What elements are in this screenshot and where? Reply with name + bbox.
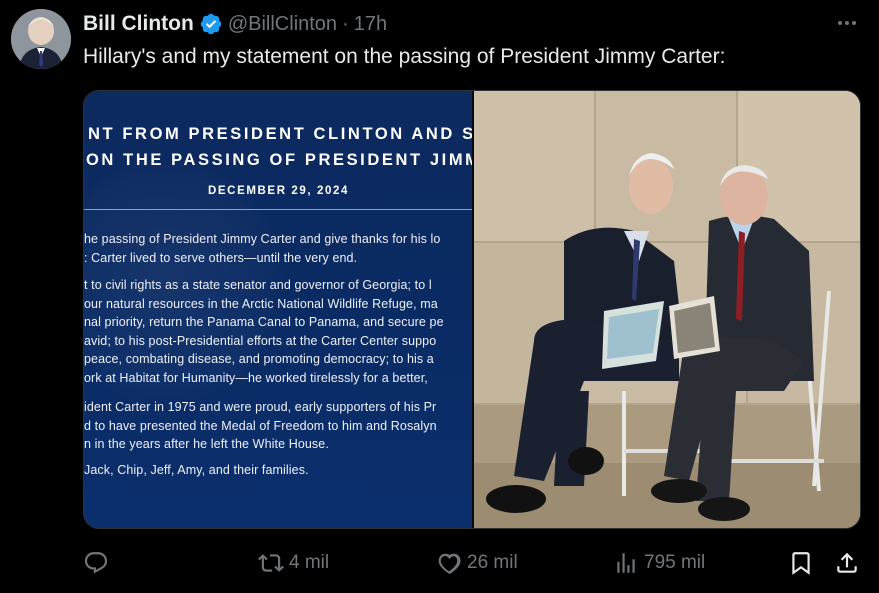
post-timestamp[interactable]: 17h xyxy=(354,13,387,36)
statement-line: avid; to his post-Presidential efforts a… xyxy=(84,333,437,348)
statement-line: peace, combating disease, and promoting … xyxy=(84,352,434,367)
separator-dot: · xyxy=(342,12,349,35)
repost-icon xyxy=(258,550,284,576)
statement-paragraph-1: he passing of President Jimmy Carter and… xyxy=(84,230,472,267)
statement-date: DECEMBER 29, 2024 xyxy=(208,185,349,197)
more-dots-icon[interactable] xyxy=(834,10,860,36)
repost-count: 4 mil xyxy=(289,552,330,573)
photo-image[interactable] xyxy=(472,91,860,528)
bookmark-icon xyxy=(788,550,814,576)
views-icon xyxy=(613,550,639,576)
statement-title-line1: NT FROM PRESIDENT CLINTON AND SEC xyxy=(88,125,472,143)
statement-line: d to have presented the Medal of Freedom… xyxy=(84,418,437,433)
heart-icon xyxy=(436,550,462,576)
tweet: Bill Clinton @BillClinton · 17h Hillary'… xyxy=(0,0,879,593)
statement-line: ork at Habitat for Humanity—he worked ti… xyxy=(84,370,428,385)
views-button[interactable]: 795 mil xyxy=(613,550,705,576)
statement-line: our natural resources in the Arctic Nati… xyxy=(84,296,438,311)
statement-line: : Carter lived to serve others—until the… xyxy=(84,250,358,265)
author-name[interactable]: Bill Clinton xyxy=(83,12,194,36)
like-button[interactable]: 26 mil xyxy=(436,550,518,576)
statement-line: t to civil rights as a state senator and… xyxy=(84,278,432,292)
statement-divider xyxy=(84,209,472,210)
verified-badge-icon[interactable] xyxy=(199,12,223,36)
action-bar: 4 mil 26 mil 795 mil xyxy=(83,545,863,581)
author-handle[interactable]: @BillClinton xyxy=(228,13,337,36)
statement-paragraph-4: Jack, Chip, Jeff, Amy, and their familie… xyxy=(84,461,472,480)
post-text: Hillary's and my statement on the passin… xyxy=(83,45,726,68)
statement-title-line2: ON THE PASSING OF PRESIDENT JIMMY xyxy=(86,151,472,169)
statement-line: Jack, Chip, Jeff, Amy, and their familie… xyxy=(84,463,309,477)
avatar[interactable] xyxy=(11,9,71,69)
views-count: 795 mil xyxy=(644,552,706,573)
photo-illustration xyxy=(474,91,860,528)
share-icon xyxy=(834,550,860,576)
statement-line: nal priority, return the Panama Canal to… xyxy=(84,315,444,330)
statement-paragraph-3: ident Carter in 1975 and were proud, ear… xyxy=(84,398,472,454)
statement-paragraph-2: t to civil rights as a state senator and… xyxy=(84,276,472,388)
bookmark-button[interactable] xyxy=(788,550,814,576)
statement-line: n in the years after he left the White H… xyxy=(84,437,329,452)
repost-button[interactable]: 4 mil xyxy=(258,550,329,576)
statement-line: ident Carter in 1975 and were proud, ear… xyxy=(84,400,437,414)
post-header: Bill Clinton @BillClinton · 17h xyxy=(83,10,387,38)
statement-line: he passing of President Jimmy Carter and… xyxy=(84,232,441,246)
share-button[interactable] xyxy=(834,550,860,576)
reply-icon xyxy=(83,550,109,576)
like-count: 26 mil xyxy=(467,552,518,573)
reply-button[interactable] xyxy=(83,550,114,576)
post-media[interactable]: NT FROM PRESIDENT CLINTON AND SEC ON THE… xyxy=(83,90,861,529)
statement-image[interactable]: NT FROM PRESIDENT CLINTON AND SEC ON THE… xyxy=(84,91,472,528)
